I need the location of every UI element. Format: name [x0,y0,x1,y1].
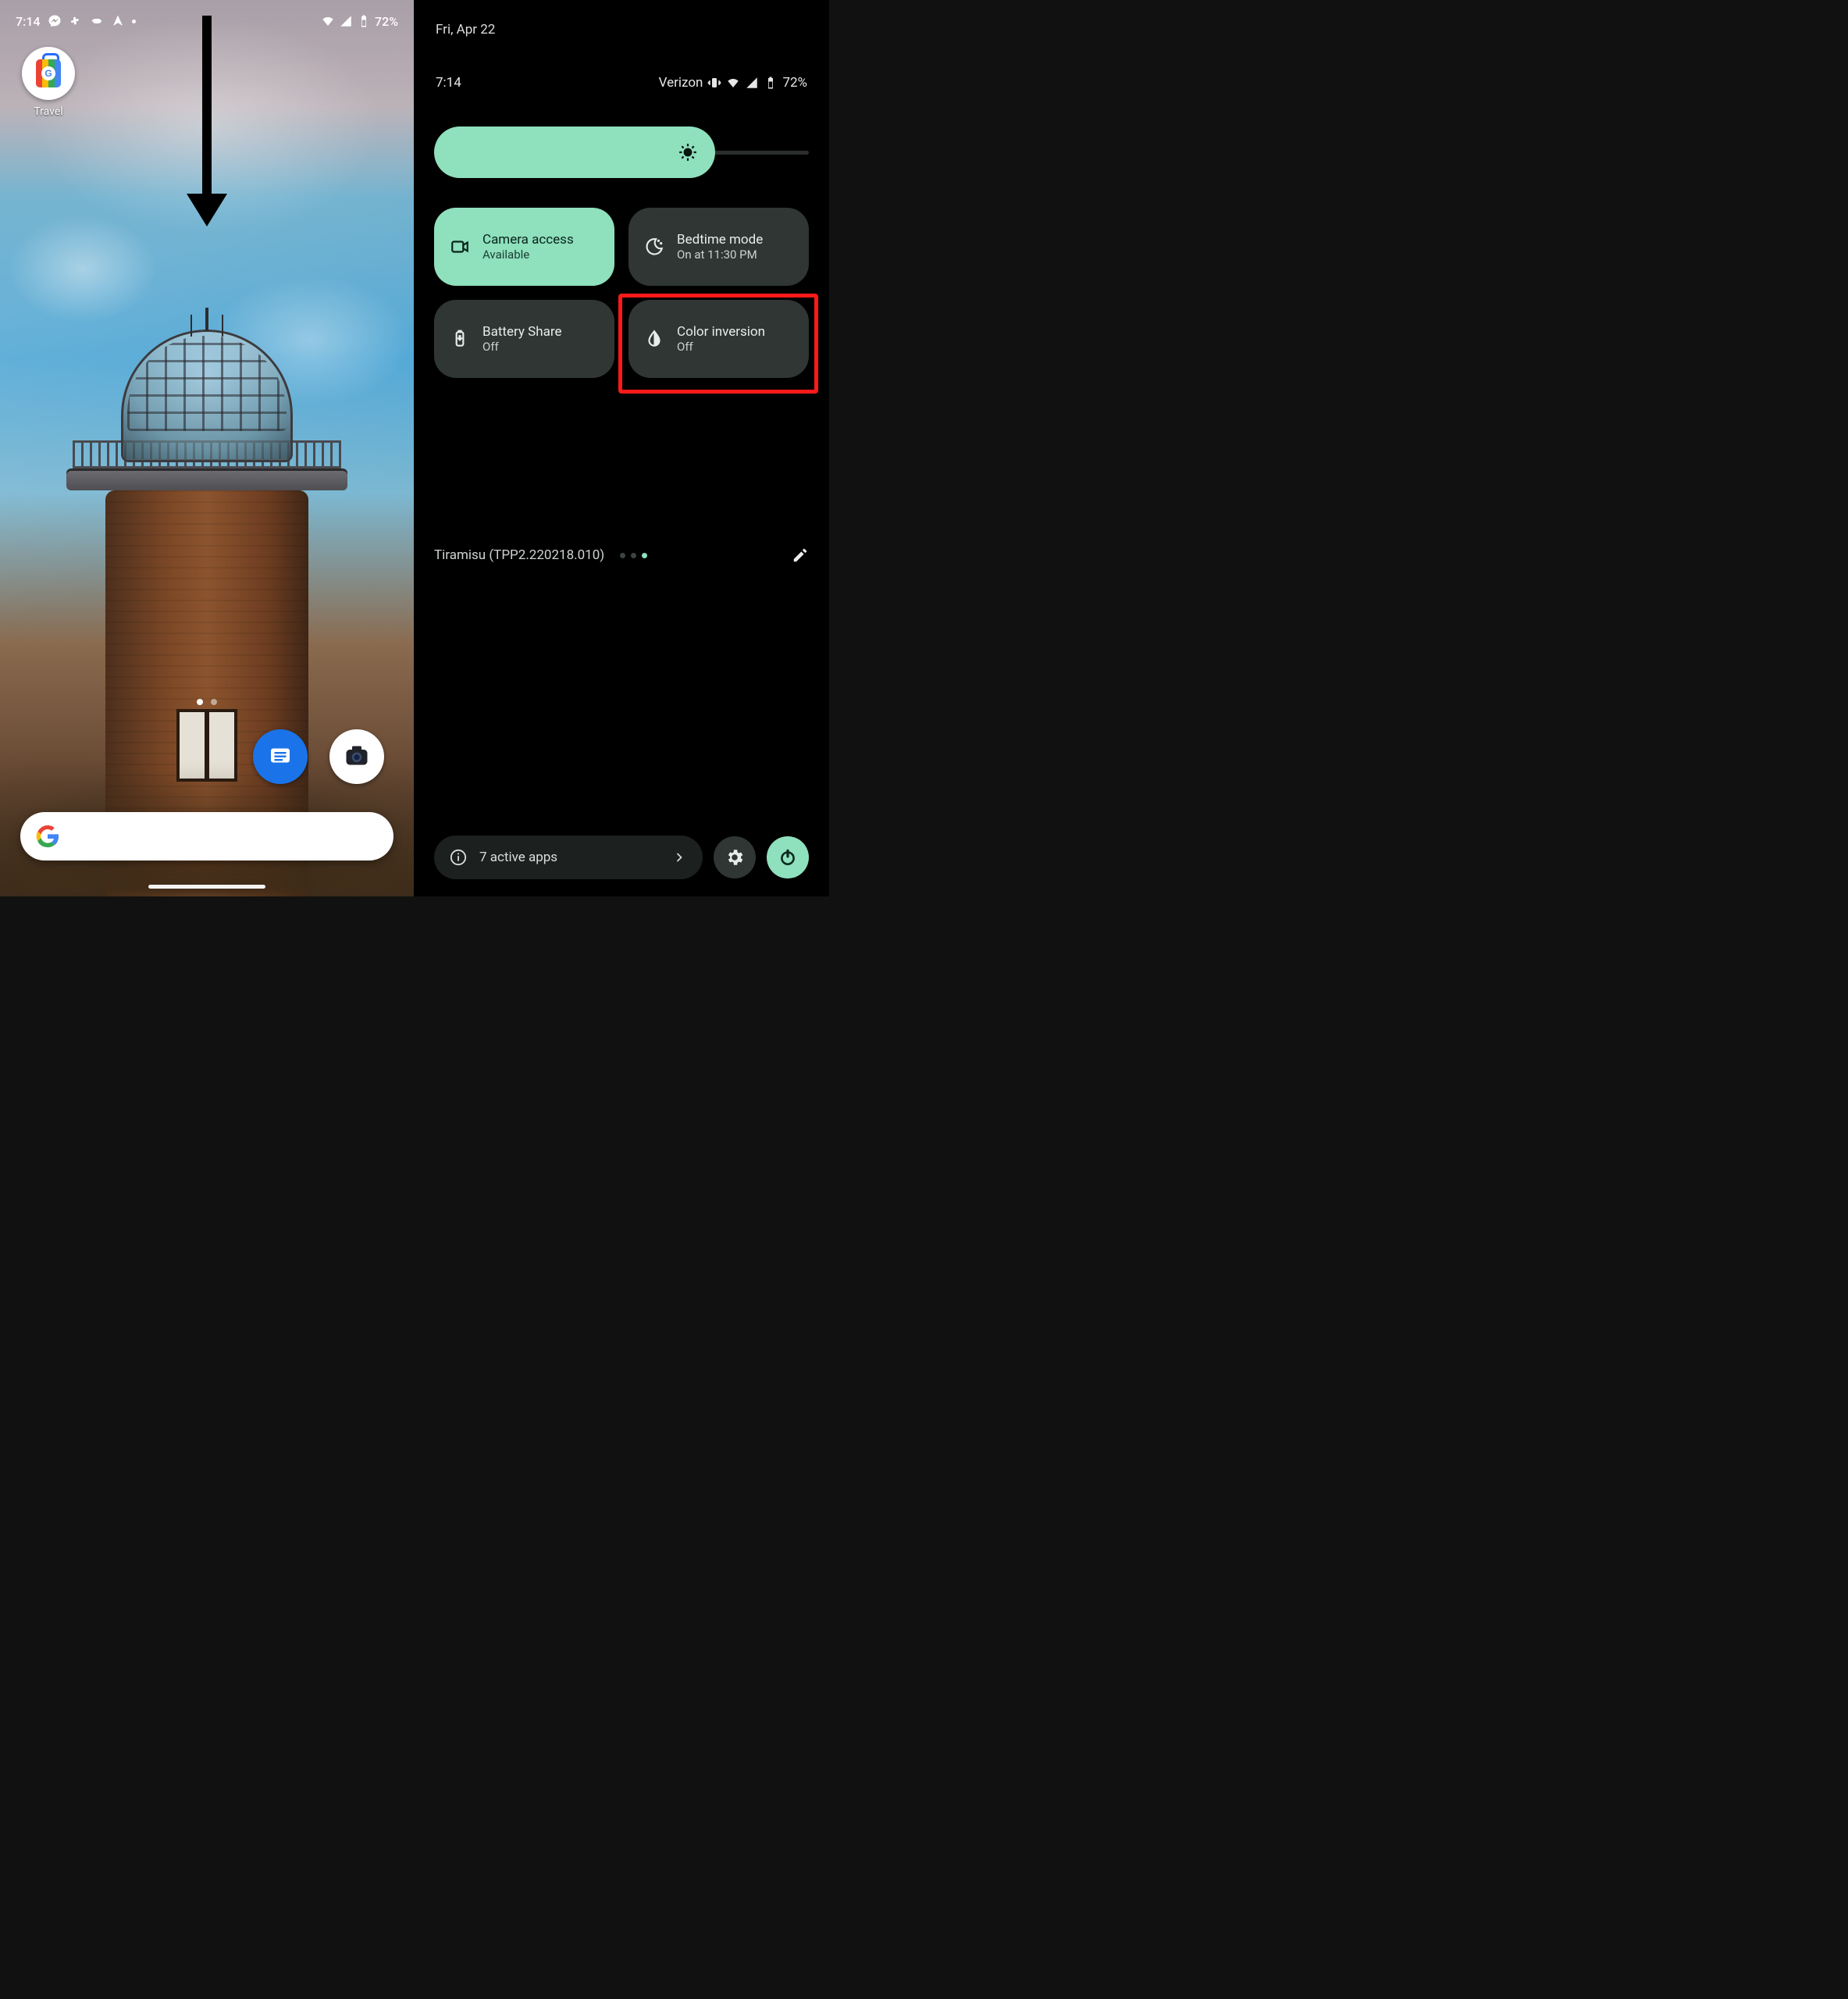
dock [0,729,414,784]
gear-icon [725,847,745,868]
edit-tiles-button[interactable] [792,547,809,564]
tile-title: Color inversion [677,324,765,340]
build-row: Tiramisu (TPP2.220218.010) [434,547,809,564]
cell-signal-icon [745,76,759,90]
page-indicator [197,699,217,705]
app-camera[interactable] [329,729,384,784]
tile-title: Camera access [482,232,574,248]
tile-bedtime-mode[interactable]: Bedtime mode On at 11:30 PM [628,208,809,286]
wallpaper-balcony [66,469,347,490]
qs-tiles: Camera access Available Bedtime mode On … [434,208,809,378]
status-time: 7:14 [16,14,41,29]
brightness-slider[interactable] [434,126,809,178]
google-search-bar[interactable] [20,812,393,861]
tile-subtitle: On at 11:30 PM [677,248,763,262]
tile-title: Bedtime mode [677,232,763,248]
color-inversion-icon [644,329,664,349]
qs-status-bar: 7:14 Verizon 72% [434,37,809,91]
app-travel[interactable]: G Travel [22,47,75,118]
home-screen: 7:14 72% G Travel [0,0,414,896]
nav-arrow-icon [111,14,125,28]
qs-status-battery-pct: 72% [782,75,807,91]
tile-subtitle: Off [482,340,561,354]
battery-share-icon [450,329,470,349]
swipe-down-annotation [195,16,219,226]
camera-access-icon [450,237,470,257]
vibrate-icon [707,76,721,90]
status-bar: 7:14 72% [0,0,414,34]
quick-settings-panel: Fri, Apr 22 7:14 Verizon 72% Camera acce… [414,0,829,896]
camera-icon [343,743,371,771]
app-travel-label: Travel [22,105,75,118]
brightness-icon [678,142,698,162]
active-apps-label: 7 active apps [479,850,557,865]
status-battery-pct: 72% [375,14,398,29]
tile-subtitle: Off [677,340,765,354]
slack-icon [69,14,83,28]
power-button[interactable] [767,836,809,878]
messages-icon [266,743,294,771]
qs-footer: 7 active apps [434,836,809,879]
cell-signal-icon [339,14,353,28]
wifi-icon [726,76,740,90]
qs-date: Fri, Apr 22 [434,0,809,37]
tile-subtitle: Available [482,248,574,262]
tile-title: Battery Share [482,324,561,340]
settings-button[interactable] [714,836,756,878]
wallpaper-dome [121,330,293,462]
qs-status-carrier: Verizon [659,75,703,91]
qs-status-time: 7:14 [436,75,461,91]
google-logo-icon [36,825,59,848]
wifi-icon [321,14,335,28]
pencil-icon [792,547,809,564]
power-icon [778,847,798,868]
active-apps-chip[interactable]: 7 active apps [434,836,703,879]
app-messages[interactable] [253,729,308,784]
suitcase-icon: G [36,59,61,87]
battery-icon [764,76,778,90]
gesture-bar[interactable] [148,885,265,889]
chevron-right-icon [671,850,687,865]
more-notifications-dot [132,20,136,23]
tile-battery-share[interactable]: Battery Share Off [434,300,614,378]
messenger-icon [48,14,62,28]
battery-icon [357,14,371,28]
page-dots [620,553,647,558]
tile-color-inversion[interactable]: Color inversion Off [628,300,809,378]
info-icon [450,849,467,866]
doordash-icon [90,14,104,28]
build-text: Tiramisu (TPP2.220218.010) [434,547,604,563]
bedtime-icon [644,237,664,257]
tile-camera-access[interactable]: Camera access Available [434,208,614,286]
